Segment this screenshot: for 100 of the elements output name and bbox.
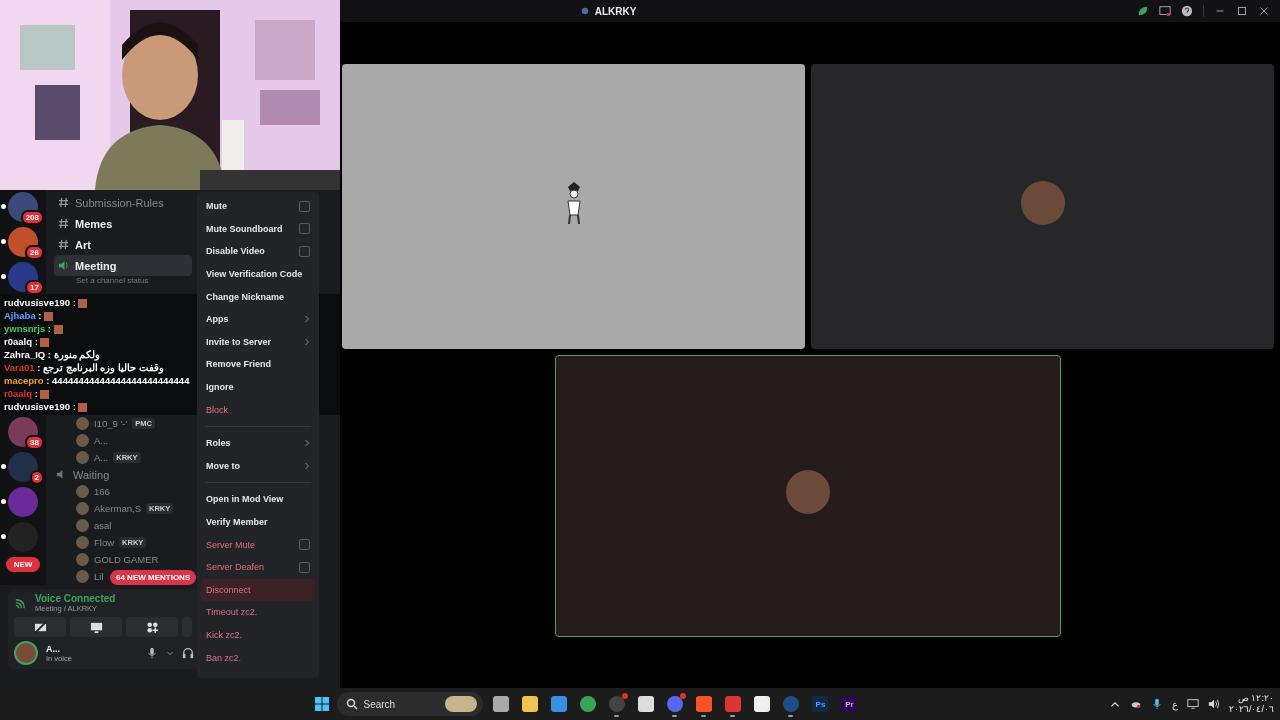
maximize-icon[interactable] [1236,5,1248,17]
checkbox[interactable] [299,223,310,235]
window-title: ALKRKY [594,5,637,17]
network-icon[interactable] [1187,698,1199,710]
hash-icon [58,197,69,208]
new-pill[interactable]: NEW [5,557,41,572]
channel-item[interactable]: Waiting [52,464,190,485]
menu-item[interactable]: Disconnect [201,578,315,602]
clock[interactable]: ١٢:٢٠ ص ٢٠٢٦/٠٤/٠٦ [1229,693,1274,715]
avatar [76,502,89,515]
hash-icon [58,218,69,229]
server-icon[interactable] [8,417,38,447]
volume-icon[interactable] [1208,698,1220,710]
taskbar-app[interactable]: Ps [809,690,832,718]
menu-item[interactable]: Change Nickname [201,285,315,308]
avatar [76,485,89,498]
menu-item[interactable]: Mute [201,195,315,218]
search-icon [346,698,359,710]
signal-icon [14,596,27,610]
channel-item[interactable]: Meeting [54,255,192,276]
menu-item[interactable]: Apps [201,307,315,331]
channel-item[interactable]: Art [54,234,192,255]
checkbox[interactable] [299,539,310,551]
mention-badge: 38 [25,435,44,450]
new-mentions-pill[interactable]: 64 NEW MENTIONS [110,570,197,585]
user-avatar[interactable] [14,641,38,665]
menu-item[interactable]: Kick zc2. [201,623,315,647]
help-icon[interactable] [1181,5,1193,17]
menu-item[interactable]: Mute Soundboard [201,217,315,241]
member-name[interactable]: A... [94,435,109,446]
menu-item[interactable]: Server Deafen [201,555,315,579]
avatar [76,519,89,532]
checkbox[interactable] [299,200,310,212]
channel-item[interactable]: Memes [54,213,192,234]
menu-item[interactable]: Verify Member [201,510,315,534]
avatar [76,536,89,549]
windows-icon[interactable] [314,696,331,712]
server-icon [580,7,589,15]
camera-off-icon [33,620,47,634]
member-name[interactable]: asal [94,520,112,531]
checkbox[interactable] [299,246,310,257]
screen-icon[interactable] [1159,5,1171,17]
menu-item[interactable]: Ignore [201,375,315,399]
chat-message: rudvusisve190 : [4,400,194,413]
video-tile[interactable] [342,64,805,349]
member-name[interactable]: 166 [94,486,110,497]
menu-item[interactable]: Invite to Server [201,330,315,354]
chat-message: Ajhaba : [4,309,194,322]
chat-message: ywnsnrjs : [4,322,194,335]
chat-message: macepro : 44444444444444444444444444 [4,374,191,387]
share-screen-button[interactable] [70,617,122,637]
video-tile[interactable] [811,64,1274,349]
menu-item[interactable]: Move to [201,454,315,478]
taskbar-app[interactable]: Pr [838,690,861,718]
chevron-right-icon [304,337,310,346]
mention-badge: 208 [20,210,44,225]
chevron-right-icon [304,439,310,448]
chat-message: rudvusisve190 : [4,296,194,309]
member-name[interactable]: Akerman,S [94,503,141,514]
close-icon[interactable] [1258,5,1270,17]
channel-item[interactable]: Submission-Rules [54,192,192,213]
menu-item[interactable]: Open in Mod View [201,488,315,511]
menu-item[interactable]: Ban zc2. [201,646,315,669]
chat-message: r0aalq : [4,335,194,348]
avatar [76,417,89,430]
leaf-icon[interactable] [1137,5,1149,17]
microphone-icon[interactable] [146,647,158,659]
activities-button[interactable] [126,617,178,637]
avatar [76,570,89,583]
member-name[interactable]: GOLD GAMER [94,554,159,565]
chevron-right-icon [304,315,310,324]
headphones-icon[interactable] [182,647,194,659]
microphone-icon[interactable] [1151,698,1163,710]
language-indicator[interactable]: ع [1172,698,1178,710]
member-name[interactable]: Flow [94,537,115,548]
monitor-icon [89,620,103,634]
hash-icon [58,239,69,250]
avatar [76,553,89,566]
checkbox[interactable] [299,561,310,573]
shapes-icon [145,620,159,634]
server-icon[interactable] [8,227,38,257]
search-highlight-icon [445,696,478,712]
menu-item[interactable]: Server Mute [201,533,315,556]
member-name[interactable]: I10_9 '-' [94,418,128,429]
menu-item[interactable]: Timeout zc2. [201,601,315,624]
camera-off-button[interactable] [14,617,66,637]
mention-badge: 17 [25,280,44,295]
avatar [786,470,830,514]
menu-item[interactable]: Disable Video [201,240,315,263]
chevron-right-icon [304,461,310,470]
user-name: A... [46,643,61,654]
menu-item[interactable]: Block [201,398,315,421]
menu-item[interactable]: Roles [201,431,315,455]
speaker-icon [58,260,69,271]
chat-message: r0aalq : [4,387,194,400]
member-name[interactable]: A... [94,452,109,463]
avatar [76,451,89,464]
video-tile[interactable] [555,355,1061,637]
member-name[interactable]: Lil [94,571,104,582]
menu-item[interactable]: Remove Friend [201,353,315,376]
